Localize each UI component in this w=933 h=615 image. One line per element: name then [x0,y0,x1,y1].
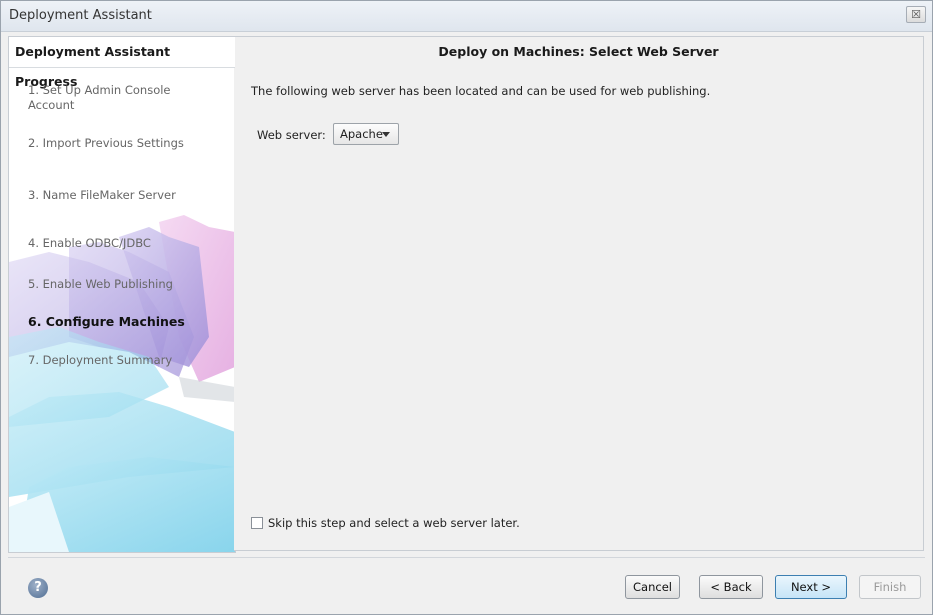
step-name-server: 3. Name FileMaker Server [28,188,176,202]
intro-text: The following web server has been locate… [251,84,711,98]
footer-divider [8,557,925,558]
skip-checkbox[interactable] [251,517,263,529]
chevron-down-icon [382,132,390,137]
folders-artwork [9,215,235,552]
title-bar: Deployment Assistant ☒ [1,1,932,32]
main-panel: Deploy on Machines: Select Web Server Th… [234,36,924,551]
cancel-button[interactable]: Cancel [625,575,680,599]
skip-row: Skip this step and select a web server l… [251,516,520,530]
step-deployment-summary: 7. Deployment Summary [28,353,173,367]
step-enable-odbc: 4. Enable ODBC/JDBC [28,236,151,250]
web-server-label: Web server: [257,128,326,142]
web-server-value: Apache [340,127,383,141]
close-icon[interactable]: ☒ [906,6,926,23]
progress-header: Deployment Assistant Progress [9,37,235,89]
page-title: Deploy on Machines: Select Web Server [438,44,719,59]
step-import-settings: 2. Import Previous Settings [28,136,184,150]
skip-label[interactable]: Skip this step and select a web server l… [268,516,520,530]
back-button[interactable]: < Back [699,575,763,599]
next-button[interactable]: Next > [775,575,847,599]
step-configure-machines: 6. Configure Machines [28,314,185,329]
finish-button: Finish [859,575,921,599]
step-set-up-admin: 1. Set Up Admin Console Account [28,83,171,112]
window-title: Deployment Assistant [9,8,152,23]
help-icon[interactable]: ? [28,578,48,598]
step-enable-web-publishing: 5. Enable Web Publishing [28,277,173,291]
web-server-select[interactable]: Apache [333,123,399,145]
progress-sidebar: Deployment Assistant Progress 1. Set Up … [8,36,236,553]
